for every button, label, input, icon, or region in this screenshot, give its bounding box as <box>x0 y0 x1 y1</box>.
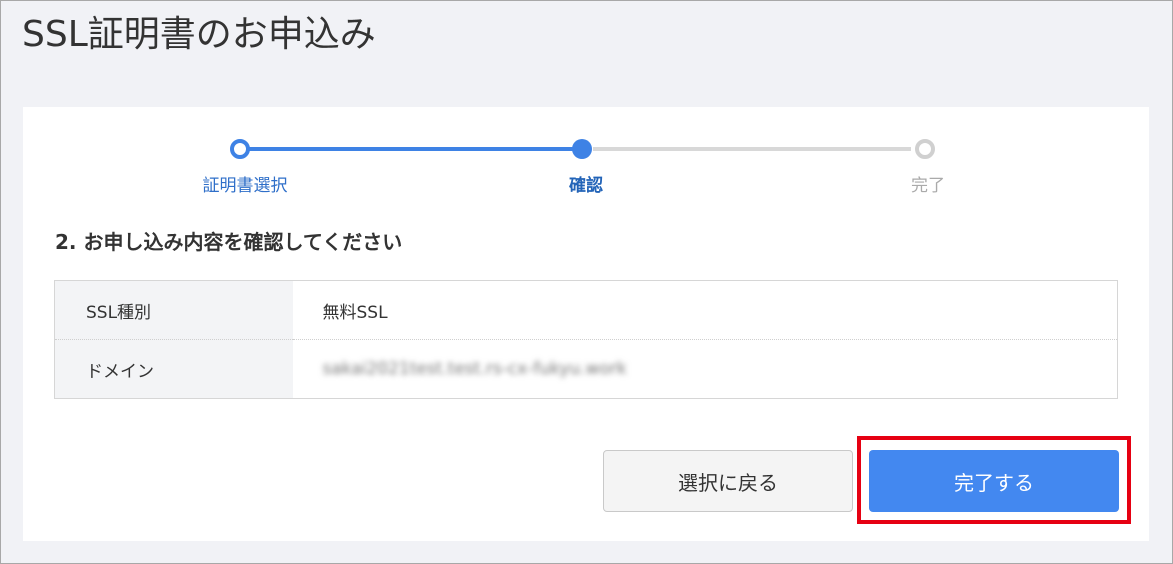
domain-value: sakai2021test.test.rs-cx-fukyu.work <box>322 359 627 379</box>
stepper-line-pending <box>593 147 911 151</box>
stepper-line-completed <box>249 147 575 151</box>
domain-value-cell: sakai2021test.test.rs-cx-fukyu.work <box>292 339 1118 399</box>
step-2-marker <box>572 139 592 159</box>
back-to-selection-button[interactable]: 選択に戻る <box>603 450 853 512</box>
domain-label: ドメイン <box>54 339 293 399</box>
section-heading: 2. お申し込み内容を確認してください <box>55 230 403 254</box>
step-3-label: 完了 <box>911 176 945 196</box>
order-details-table: SSL種別 無料SSL ドメイン sakai2021test.test.rs-c… <box>54 280 1118 399</box>
step-1-label: 証明書選択 <box>202 176 288 196</box>
step-1-marker <box>230 139 250 159</box>
application-window: SSL証明書のお申込み 証明書選択 確認 完了 2. お申し込み内容を確認してく… <box>0 0 1173 564</box>
ssl-type-value: 無料SSL <box>322 302 388 323</box>
step-3-marker <box>915 139 935 159</box>
page-title: SSL証明書のお申込み <box>22 14 376 55</box>
confirmation-card: 証明書選択 確認 完了 2. お申し込み内容を確認してください SSL種別 無料… <box>23 107 1149 541</box>
table-row: ドメイン sakai2021test.test.rs-cx-fukyu.work <box>54 339 1118 399</box>
complete-button[interactable]: 完了する <box>869 450 1119 512</box>
step-2-label: 確認 <box>569 176 603 196</box>
table-row: SSL種別 無料SSL <box>54 280 1118 340</box>
progress-stepper: 証明書選択 確認 完了 <box>23 107 1149 207</box>
ssl-type-label: SSL種別 <box>54 280 293 340</box>
